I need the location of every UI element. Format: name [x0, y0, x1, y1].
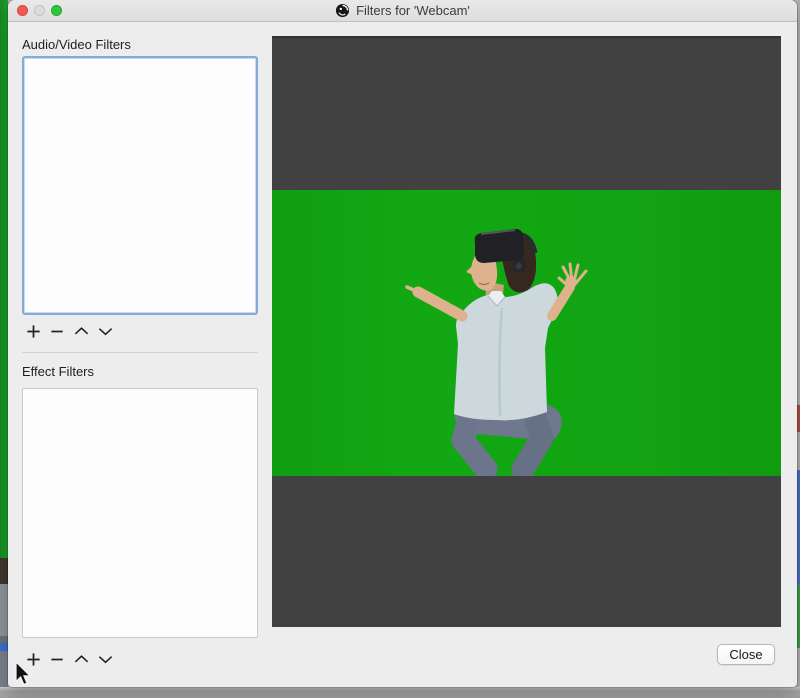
close-button[interactable]: Close	[717, 644, 775, 665]
plus-icon	[26, 324, 40, 338]
effect-filters-toolbar	[24, 650, 114, 668]
mouse-cursor-arrow-icon	[15, 661, 32, 686]
move-filter-up-button[interactable]	[72, 322, 90, 340]
chevron-up-icon	[74, 654, 88, 662]
minus-icon	[50, 658, 63, 660]
desktop-edge-bottom	[0, 687, 800, 698]
minimize-window-button-disabled	[34, 5, 45, 16]
audio-video-filters-list[interactable]	[22, 56, 258, 315]
minus-icon	[50, 330, 63, 332]
audio-video-filters-label: Audio/Video Filters	[22, 37, 131, 52]
close-window-button[interactable]	[17, 5, 28, 16]
window-title: Filters for 'Webcam'	[356, 3, 470, 18]
zoom-window-button[interactable]	[51, 5, 62, 16]
effect-filters-list[interactable]	[22, 388, 258, 638]
traffic-lights	[17, 5, 62, 16]
vr-person-figure	[405, 228, 588, 476]
screen: Filters for 'Webcam' Audio/Video Filters…	[0, 0, 800, 698]
filter-preview-area	[272, 36, 781, 627]
audio-video-filters-toolbar	[24, 322, 114, 340]
desktop-edge-left	[0, 0, 8, 687]
obs-logo-icon	[335, 3, 350, 18]
green-screen-video	[272, 190, 781, 476]
panel-divider	[22, 352, 258, 353]
move-effect-filter-up-button[interactable]	[72, 650, 90, 668]
move-filter-down-button[interactable]	[96, 322, 114, 340]
chevron-up-icon	[74, 326, 88, 334]
add-filter-button[interactable]	[24, 322, 42, 340]
move-effect-filter-down-button[interactable]	[96, 650, 114, 668]
chevron-down-icon	[98, 655, 112, 663]
titlebar[interactable]: Filters for 'Webcam'	[8, 0, 797, 22]
title-group: Filters for 'Webcam'	[335, 3, 470, 18]
effect-filters-label: Effect Filters	[22, 364, 95, 379]
chevron-down-icon	[98, 327, 112, 335]
remove-filter-button[interactable]	[48, 322, 66, 340]
filters-dialog: Filters for 'Webcam' Audio/Video Filters…	[8, 0, 797, 687]
remove-effect-filter-button[interactable]	[48, 650, 66, 668]
